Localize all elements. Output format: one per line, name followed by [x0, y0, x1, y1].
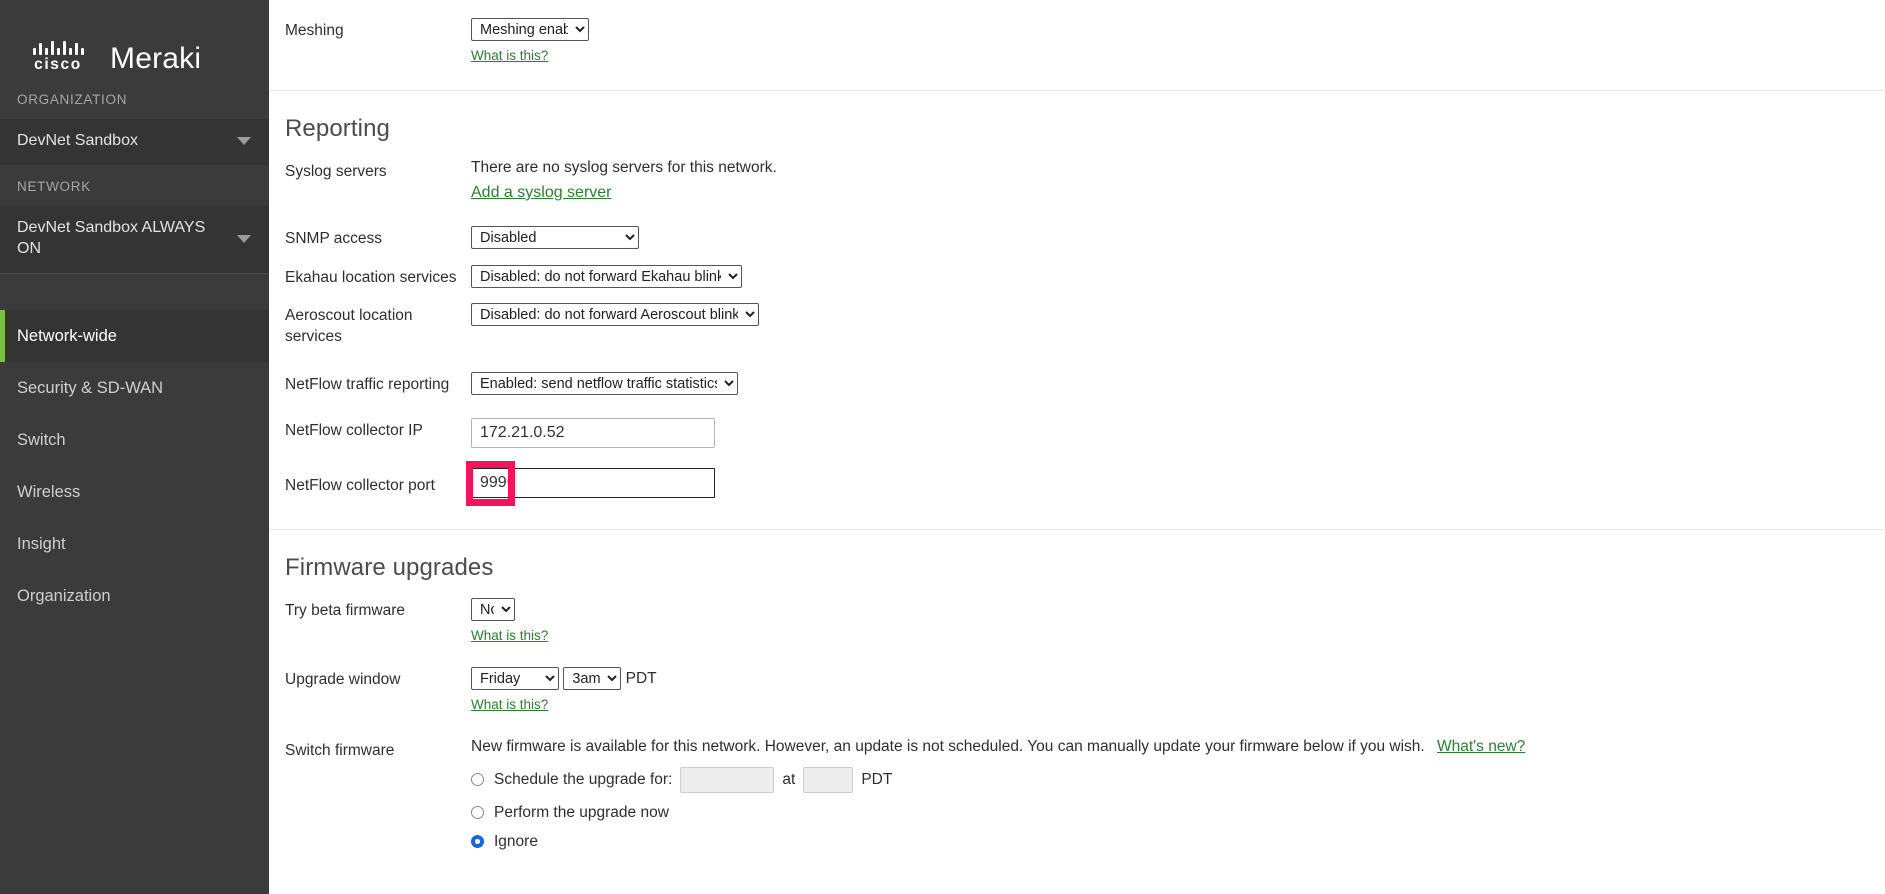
ekahau-value-cell: Disabled: do not forward Ekahau blink pa…: [471, 265, 1885, 289]
reporting-section-title: Reporting: [269, 91, 1885, 159]
network-section-label: NETWORK: [0, 165, 269, 206]
chevron-down-icon: [237, 137, 251, 145]
ekahau-row: Ekahau location services Disabled: do no…: [269, 265, 1885, 289]
collector-port-label: NetFlow collector port: [285, 468, 471, 498]
schedule-timezone: PDT: [861, 771, 892, 789]
collector-ip-value-cell: [471, 418, 1885, 448]
network-name: DevNet Sandbox ALWAYS ON: [17, 218, 227, 259]
netflow-reporting-select[interactable]: Enabled: send netflow traffic statistics: [471, 372, 738, 395]
netflow-label: NetFlow traffic reporting: [285, 372, 471, 396]
netflow-row: NetFlow traffic reporting Enabled: send …: [269, 372, 1885, 396]
sidebar-item-label: Switch: [17, 431, 66, 450]
sidebar-nav: Network-wide Security & SD-WAN Switch Wi…: [0, 310, 269, 622]
sidebar-item-label: Organization: [17, 587, 111, 606]
sidebar-item-security-sdwan[interactable]: Security & SD-WAN: [0, 362, 269, 414]
organization-picker[interactable]: DevNet Sandbox: [0, 119, 269, 165]
organization-section-label: ORGANIZATION: [0, 78, 269, 119]
meshing-help-link[interactable]: What is this?: [471, 48, 548, 63]
ignore-radio[interactable]: [471, 835, 484, 848]
switch-firmware-description: New firmware is available for this netwo…: [471, 738, 1425, 755]
syslog-empty-text: There are no syslog servers for this net…: [471, 159, 1885, 177]
try-beta-firmware-select[interactable]: No: [471, 598, 515, 621]
upgrade-window-row: Upgrade window Friday 3am PDT What is th…: [269, 667, 1885, 714]
main-content: Meshing Meshing enabled What is this? Re…: [269, 0, 1885, 894]
perform-now-label: Perform the upgrade now: [494, 804, 669, 822]
schedule-upgrade-radio[interactable]: [471, 773, 484, 786]
beta-firmware-value-cell: No What is this?: [471, 598, 1885, 645]
firmware-section-title: Firmware upgrades: [269, 530, 1885, 598]
schedule-date-input[interactable]: [680, 767, 774, 793]
switch-firmware-value-cell: New firmware is available for this netwo…: [471, 738, 1885, 851]
collector-ip-row: NetFlow collector IP: [269, 418, 1885, 448]
brand-logo[interactable]: cisco Meraki: [0, 0, 269, 78]
collector-port-wrapper: [471, 468, 715, 498]
upgrade-window-value-cell: Friday 3am PDT What is this?: [471, 667, 1885, 714]
meshing-select[interactable]: Meshing enabled: [471, 18, 589, 41]
sidebar-item-label: Insight: [17, 535, 66, 554]
cisco-wordmark: cisco: [22, 56, 94, 74]
sidebar-spacer: [0, 274, 269, 310]
schedule-upgrade-label: Schedule the upgrade for:: [494, 771, 672, 789]
collector-port-value-cell: [471, 468, 1885, 498]
collector-ip-label: NetFlow collector IP: [285, 418, 471, 448]
perform-now-option[interactable]: Perform the upgrade now: [471, 804, 1885, 822]
aeroscout-location-select[interactable]: Disabled: do not forward Aeroscout blink…: [471, 303, 759, 326]
ignore-option[interactable]: Ignore: [471, 833, 1885, 851]
aeroscout-value-cell: Disabled: do not forward Aeroscout blink…: [471, 303, 1885, 348]
upgrade-window-day-select[interactable]: Friday: [471, 667, 559, 690]
switch-firmware-description-line: New firmware is available for this netwo…: [471, 738, 1885, 756]
syslog-value-cell: There are no syslog servers for this net…: [471, 159, 1885, 202]
syslog-label: Syslog servers: [285, 159, 471, 202]
netflow-value-cell: Enabled: send netflow traffic statistics: [471, 372, 1885, 396]
sidebar-item-label: Wireless: [17, 483, 80, 502]
meshing-row: Meshing Meshing enabled What is this?: [269, 0, 1885, 65]
upgrade-window-help-link[interactable]: What is this?: [471, 697, 548, 712]
snmp-value-cell: Disabled: [471, 226, 1885, 250]
switch-firmware-row: Switch firmware New firmware is availabl…: [269, 738, 1885, 851]
upgrade-window-timezone: PDT: [626, 670, 657, 687]
snmp-row: SNMP access Disabled: [269, 226, 1885, 250]
ignore-label: Ignore: [494, 833, 538, 851]
sidebar-item-label: Security & SD-WAN: [17, 379, 163, 398]
schedule-upgrade-option[interactable]: Schedule the upgrade for: at PDT: [471, 767, 1885, 793]
organization-name: DevNet Sandbox: [17, 131, 138, 151]
switch-firmware-label: Switch firmware: [285, 738, 471, 851]
sidebar-item-wireless[interactable]: Wireless: [0, 466, 269, 518]
add-syslog-server-link[interactable]: Add a syslog server: [471, 184, 612, 201]
whats-new-link[interactable]: What's new?: [1437, 738, 1525, 755]
schedule-time-input[interactable]: [803, 767, 853, 793]
chevron-down-icon: [237, 235, 251, 243]
aeroscout-row: Aeroscout location services Disabled: do…: [269, 303, 1885, 348]
beta-firmware-help-link[interactable]: What is this?: [471, 628, 548, 643]
beta-firmware-row: Try beta firmware No What is this?: [269, 598, 1885, 645]
network-picker[interactable]: DevNet Sandbox ALWAYS ON: [0, 206, 269, 273]
cisco-bars-icon: [22, 39, 94, 55]
meraki-wordmark: Meraki: [110, 44, 201, 78]
snmp-label: SNMP access: [285, 226, 471, 250]
sidebar-item-label: Network-wide: [17, 327, 117, 346]
upgrade-window-label: Upgrade window: [285, 667, 471, 714]
meshing-label: Meshing: [285, 18, 471, 65]
perform-now-radio[interactable]: [471, 806, 484, 819]
sidebar-item-network-wide[interactable]: Network-wide: [0, 310, 269, 362]
netflow-collector-ip-input[interactable]: [471, 418, 715, 448]
aeroscout-label: Aeroscout location services: [285, 303, 471, 348]
schedule-at-label: at: [782, 771, 795, 789]
syslog-row: Syslog servers There are no syslog serve…: [269, 159, 1885, 202]
cisco-logo-icon: cisco: [22, 39, 94, 74]
sidebar-item-insight[interactable]: Insight: [0, 518, 269, 570]
upgrade-window-time-select[interactable]: 3am: [563, 667, 621, 690]
sidebar-item-switch[interactable]: Switch: [0, 414, 269, 466]
snmp-access-select[interactable]: Disabled: [471, 226, 639, 249]
sidebar-item-organization[interactable]: Organization: [0, 570, 269, 622]
sidebar: cisco Meraki ORGANIZATION DevNet Sandbox…: [0, 0, 269, 894]
collector-port-row: NetFlow collector port: [269, 468, 1885, 498]
meshing-value-cell: Meshing enabled What is this?: [471, 18, 1885, 65]
app-root: cisco Meraki ORGANIZATION DevNet Sandbox…: [0, 0, 1885, 894]
ekahau-label: Ekahau location services: [285, 265, 471, 289]
beta-firmware-label: Try beta firmware: [285, 598, 471, 645]
netflow-collector-port-input[interactable]: [471, 468, 715, 498]
ekahau-location-select[interactable]: Disabled: do not forward Ekahau blink pa…: [471, 265, 742, 288]
